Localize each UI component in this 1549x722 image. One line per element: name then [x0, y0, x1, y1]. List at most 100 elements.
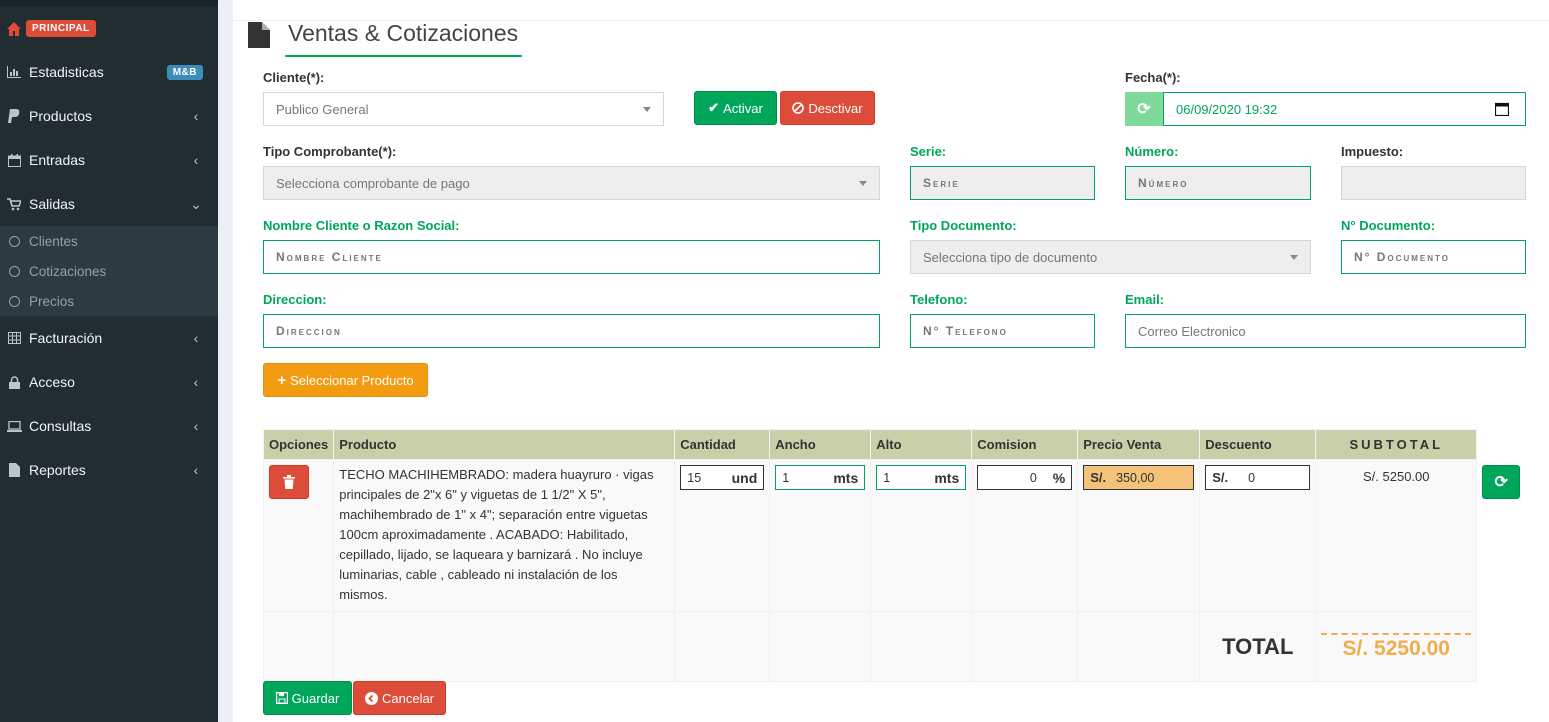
fecha-input[interactable]: 06/09/2020 19:32 [1163, 92, 1526, 126]
sidebar-item-entradas[interactable]: Entradas ‹ [0, 138, 218, 182]
subtotal-value: S/. 5250.00 [1363, 469, 1430, 484]
sidebar-item-productos[interactable]: Productos ‹ [0, 94, 218, 138]
table-icon [6, 330, 22, 346]
tipo-documento-select[interactable]: Selecciona tipo de documento [910, 240, 1311, 274]
laptop-icon [6, 418, 22, 434]
main-content: Ventas & Cotizaciones Cliente(*): Public… [233, 0, 1549, 722]
tipo-documento-label: Tipo Documento: [910, 218, 1017, 233]
delete-button[interactable] [269, 465, 309, 499]
refresh-icon: ⟳ [1494, 474, 1508, 491]
desactivar-label: Desctivar [808, 100, 863, 116]
comision-input[interactable]: 0% [977, 465, 1073, 490]
chevron-down-icon: ⌄ [190, 195, 202, 212]
sidebar-item-acceso[interactable]: Acceso ‹ [0, 360, 218, 404]
ancho-input[interactable]: 1 mts [775, 465, 866, 490]
descuento-input[interactable]: S/. 0 [1205, 465, 1311, 490]
refresh-row-button[interactable]: ⟳ [1482, 465, 1521, 499]
total-value: S/. 5250.00 [1321, 632, 1472, 661]
cliente-select[interactable]: Publico General [263, 92, 664, 126]
caret-down-icon [1290, 255, 1298, 260]
cell-total-label: TOTAL [1199, 611, 1317, 682]
desactivar-button[interactable]: Desctivar [780, 91, 875, 125]
precio-venta-input[interactable]: S/. 350,00 [1083, 465, 1195, 490]
cell-alto: 1 mts [870, 459, 973, 612]
col-opciones: Opciones [262, 429, 335, 460]
descuento-value: 0 [1248, 470, 1256, 485]
cell-descuento: S/. 0 [1199, 459, 1317, 612]
sidebar-subitem-cotizaciones[interactable]: Cotizaciones [0, 256, 218, 286]
file-icon [6, 462, 22, 478]
cancelar-button[interactable]: Cancelar [353, 681, 446, 715]
arrow-circle-left-icon [364, 691, 378, 705]
table-row: TECHO MACHIHEMBRADO: madera huayruro · v… [262, 459, 1528, 612]
telefono-placeholder: N° Telefono [923, 324, 1008, 338]
n-documento-placeholder: N° Documento [1354, 250, 1450, 264]
numero-input[interactable]: Número [1125, 166, 1311, 200]
cell-cantidad: 15 und [674, 459, 771, 612]
cell-refresh: ⟳ [1476, 459, 1528, 612]
col-ancho: Ancho [769, 429, 872, 460]
sidebar-item-reportes[interactable]: Reportes ‹ [0, 448, 218, 492]
sidebar-principal[interactable]: PRINCIPAL [6, 20, 96, 37]
sidebar-item-label: Consultas [29, 418, 92, 434]
precio-value: 350,00 [1116, 470, 1155, 485]
guardar-button[interactable]: Guardar [263, 681, 352, 715]
ancho-unit: mts [833, 469, 859, 486]
email-placeholder: Correo Electronico [1138, 323, 1246, 339]
sidebar-subitem-clientes[interactable]: Clientes [0, 226, 218, 256]
paypal-icon [6, 108, 22, 124]
check-icon: ✔ [708, 100, 720, 115]
col-comision: Comision [971, 429, 1079, 460]
email-input[interactable]: Correo Electronico [1125, 314, 1526, 348]
direccion-placeholder: Direccion [276, 324, 342, 338]
nombre-cliente-label: Nombre Cliente o Razon Social: [263, 218, 460, 233]
sidebar-subitem-precios[interactable]: Precios [0, 286, 218, 316]
impuesto-input[interactable] [1341, 166, 1526, 200]
sidebar-item-estadisticas[interactable]: Estadisticas M&B [0, 50, 218, 94]
cantidad-input[interactable]: 15 und [680, 465, 765, 490]
direccion-input[interactable]: Direccion [263, 314, 880, 348]
bar-chart-icon [6, 64, 22, 80]
sidebar-item-consultas[interactable]: Consultas ‹ [0, 404, 218, 448]
col-producto: Producto [333, 429, 676, 460]
circle-icon [9, 235, 20, 247]
telefono-input[interactable]: N° Telefono [910, 314, 1095, 348]
chevron-left-icon: ‹ [193, 152, 199, 168]
sidebar-item-facturacion[interactable]: Facturación ‹ [0, 316, 218, 360]
descuento-prefix: S/. [1212, 470, 1229, 485]
principal-badge: PRINCIPAL [26, 20, 96, 37]
ancho-value: 1 [782, 470, 790, 485]
nombre-cliente-input[interactable]: Nombre Cliente [263, 240, 880, 274]
cancelar-label: Cancelar [381, 690, 435, 706]
cliente-label: Cliente(*): [263, 70, 325, 85]
calendar-picker-icon [1495, 102, 1509, 116]
seleccionar-producto-button[interactable]: + Seleccionar Producto [263, 363, 428, 397]
document-icon [248, 22, 270, 48]
alto-unit: mts [934, 469, 960, 486]
sidebar-top-bar [0, 0, 218, 6]
cell-empty [674, 611, 771, 682]
n-documento-label: N° Documento: [1341, 218, 1436, 233]
cart-icon [6, 196, 22, 212]
producto-description: TECHO MACHIHEMBRADO: madera huayruro · v… [339, 467, 654, 602]
title-underline [285, 55, 522, 57]
direccion-label: Direccion: [263, 292, 327, 307]
tipo-comprobante-select[interactable]: Selecciona comprobante de pago [263, 166, 880, 200]
activar-button[interactable]: ✔ Activar [694, 91, 777, 125]
circle-icon [9, 295, 20, 307]
alto-input[interactable]: 1 mts [876, 465, 967, 490]
refresh-date-button[interactable]: ⟳ [1125, 92, 1163, 126]
n-documento-input[interactable]: N° Documento [1341, 240, 1526, 274]
cell-total-value: S/. 5250.00 [1315, 611, 1478, 682]
fecha-label: Fecha(*): [1125, 70, 1181, 85]
tipo-comprobante-label: Tipo Comprobante(*): [263, 144, 397, 159]
cell-producto: TECHO MACHIHEMBRADO: madera huayruro · v… [333, 459, 676, 612]
sidebar-item-label: Acceso [29, 374, 75, 390]
col-empty [1476, 429, 1528, 460]
serie-input[interactable]: Serie [910, 166, 1095, 200]
save-icon [275, 692, 288, 704]
sidebar-item-salidas[interactable]: Salidas ⌄ [0, 182, 218, 226]
guardar-label: Guardar [291, 690, 340, 706]
numero-label: Número: [1125, 144, 1179, 159]
chevron-left-icon: ‹ [193, 462, 199, 478]
